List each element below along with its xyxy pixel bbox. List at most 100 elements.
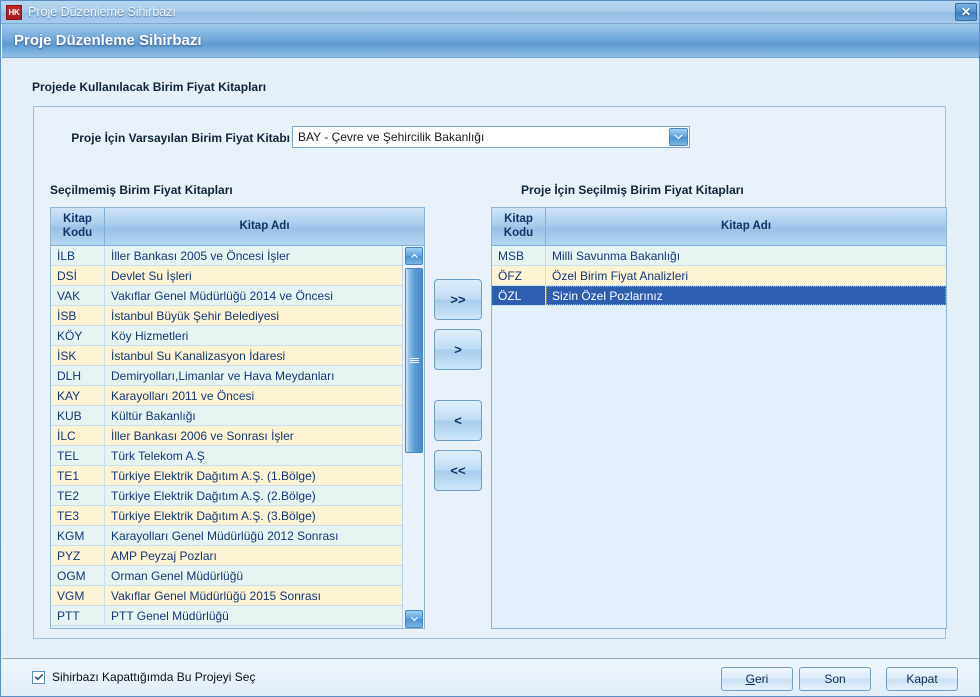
cell-book-name: Orman Genel Müdürlüğü: [105, 566, 402, 585]
table-row[interactable]: PTTPTT Genel Müdürlüğü: [51, 606, 402, 626]
left-table-viewport: İLBİller Bankası 2005 ve Öncesi İşlerDSİ…: [51, 246, 402, 629]
column-header-code-text: KitapKodu: [504, 213, 533, 239]
table-row[interactable]: VAKVakıflar Genel Müdürlüğü 2014 ve Önce…: [51, 286, 402, 306]
column-header-code[interactable]: KitapKodu: [492, 208, 546, 245]
cell-book-name: İstanbul Büyük Şehir Belediyesi: [105, 306, 402, 325]
cell-book-code: DLH: [51, 366, 105, 385]
cell-book-code: TE1: [51, 466, 105, 485]
cell-book-name: Türk Telekom A.Ş: [105, 446, 402, 465]
table-row[interactable]: TE1Türkiye Elektrik Dağıtım A.Ş. (1.Bölg…: [51, 466, 402, 486]
left-table-body: İLBİller Bankası 2005 ve Öncesi İşlerDSİ…: [51, 246, 402, 626]
cell-book-name: İller Bankası 2006 ve Sonrası İşler: [105, 426, 402, 445]
table-row[interactable]: DLHDemiryolları,Limanlar ve Hava Meydanl…: [51, 366, 402, 386]
scroll-up-icon[interactable]: [405, 247, 423, 265]
table-row[interactable]: PYZAMP Peyzaj Pozları: [51, 546, 402, 566]
column-header-name[interactable]: Kitap Adı: [546, 208, 946, 245]
dialog-footer: Sihirbazı Kapattığımda Bu Projeyi Seç Ge…: [2, 658, 980, 697]
selected-books-table[interactable]: KitapKodu Kitap Adı MSBMilli Savunma Bak…: [491, 207, 947, 629]
table-row[interactable]: VGMVakıflar Genel Müdürlüğü 2015 Sonrası: [51, 586, 402, 606]
table-row[interactable]: KGMKarayolları Genel Müdürlüğü 2012 Sonr…: [51, 526, 402, 546]
app-logo-icon: HK: [6, 5, 22, 20]
table-row[interactable]: İLCİller Bankası 2006 ve Sonrası İşler: [51, 426, 402, 446]
cell-book-name: Karayolları Genel Müdürlüğü 2012 Sonrası: [105, 526, 402, 545]
project-wizard-window: HK Proje Düzenleme Sihirbazı ✕ Proje Düz…: [0, 0, 980, 697]
right-list-caption: Proje İçin Seçilmiş Birim Fiyat Kitaplar…: [521, 183, 744, 197]
move-all-left-button[interactable]: <<: [434, 450, 482, 491]
cell-book-code: DSİ: [51, 266, 105, 285]
scrollbar-thumb[interactable]: [405, 268, 423, 453]
cell-book-name: AMP Peyzaj Pozları: [105, 546, 402, 565]
books-groupbox: Proje İçin Varsayılan Birim Fiyat Kitabı…: [33, 106, 946, 639]
table-row[interactable]: İLBİller Bankası 2005 ve Öncesi İşler: [51, 246, 402, 266]
cell-book-code: PYZ: [51, 546, 105, 565]
cell-book-code: İLB: [51, 246, 105, 265]
table-row[interactable]: İSKİstanbul Su Kanalizasyon İdaresi: [51, 346, 402, 366]
scroll-thumb-grip-icon: [410, 358, 419, 364]
default-book-label: Proje İçin Varsayılan Birim Fiyat Kitabı: [50, 131, 290, 145]
table-row[interactable]: ÖZLSizin Özel Pozlarınız: [492, 286, 946, 306]
scroll-down-icon[interactable]: [405, 610, 423, 628]
default-book-value: BAY - Çevre ve Şehircilik Bakanlığı: [293, 130, 669, 144]
checkbox-box[interactable]: [32, 671, 45, 684]
left-list-caption: Seçilmemiş Birim Fiyat Kitapları: [50, 183, 233, 197]
move-right-button[interactable]: >: [434, 329, 482, 370]
wizard-header-title: Proje Düzenleme Sihirbazı: [14, 32, 202, 49]
cell-book-code: VAK: [51, 286, 105, 305]
cell-book-name: İller Bankası 2005 ve Öncesi İşler: [105, 246, 402, 265]
table-row[interactable]: İSBİstanbul Büyük Şehir Belediyesi: [51, 306, 402, 326]
window-titlebar: HK Proje Düzenleme Sihirbazı ✕: [1, 1, 980, 24]
back-button[interactable]: Geri: [721, 667, 793, 691]
close-button[interactable]: Kapat: [886, 667, 958, 691]
cell-book-code: TE2: [51, 486, 105, 505]
right-table-body: MSBMilli Savunma BakanlığıÖFZÖzel Birim …: [492, 246, 946, 306]
table-row[interactable]: ÖFZÖzel Birim Fiyat Analizleri: [492, 266, 946, 286]
cell-book-name: Türkiye Elektrik Dağıtım A.Ş. (2.Bölge): [105, 486, 402, 505]
cell-book-code: TE3: [51, 506, 105, 525]
chevron-down-icon[interactable]: [669, 128, 688, 146]
table-header-row: KitapKodu Kitap Adı: [492, 208, 946, 246]
cell-book-name: Milli Savunma Bakanlığı: [546, 246, 946, 265]
cell-book-name: Devlet Su İşleri: [105, 266, 402, 285]
table-row[interactable]: TE3Türkiye Elektrik Dağıtım A.Ş. (3.Bölg…: [51, 506, 402, 526]
cell-book-code: KÖY: [51, 326, 105, 345]
column-header-code[interactable]: KitapKodu: [51, 208, 105, 245]
table-row[interactable]: KÖYKöy Hizmetleri: [51, 326, 402, 346]
page-title: Projede Kullanılacak Birim Fiyat Kitapla…: [32, 80, 266, 94]
select-project-checkbox[interactable]: Sihirbazı Kapattığımda Bu Projeyi Seç: [32, 670, 255, 684]
cell-book-code: ÖFZ: [492, 266, 546, 285]
window-title: Proje Düzenleme Sihirbazı: [28, 5, 176, 19]
default-book-combobox[interactable]: BAY - Çevre ve Şehircilik Bakanlığı: [292, 126, 690, 148]
close-icon[interactable]: ✕: [955, 3, 977, 21]
cell-book-name: Sizin Özel Pozlarınız: [546, 286, 946, 305]
cell-book-name: Karayolları 2011 ve Öncesi: [105, 386, 402, 405]
cell-book-code: KUB: [51, 406, 105, 425]
finish-button[interactable]: Son: [799, 667, 871, 691]
check-icon: [34, 673, 44, 682]
back-button-label: eri: [755, 672, 768, 686]
cell-book-code: İSB: [51, 306, 105, 325]
cell-book-code: VGM: [51, 586, 105, 605]
cell-book-name: Vakıflar Genel Müdürlüğü 2015 Sonrası: [105, 586, 402, 605]
left-table-scrollbar[interactable]: [402, 246, 424, 629]
move-all-right-button[interactable]: >>: [434, 279, 482, 320]
cell-book-name: Türkiye Elektrik Dağıtım A.Ş. (1.Bölge): [105, 466, 402, 485]
cell-book-code: TEL: [51, 446, 105, 465]
table-row[interactable]: KAYKarayolları 2011 ve Öncesi: [51, 386, 402, 406]
table-row[interactable]: KUBKültür Bakanlığı: [51, 406, 402, 426]
cell-book-code: OGM: [51, 566, 105, 585]
table-row[interactable]: TE2Türkiye Elektrik Dağıtım A.Ş. (2.Bölg…: [51, 486, 402, 506]
table-row[interactable]: OGMOrman Genel Müdürlüğü: [51, 566, 402, 586]
move-left-button[interactable]: <: [434, 400, 482, 441]
unselected-books-table[interactable]: KitapKodu Kitap Adı İLBİller Bankası 200…: [50, 207, 425, 629]
wizard-body: Projede Kullanılacak Birim Fiyat Kitapla…: [2, 58, 980, 658]
column-header-name[interactable]: Kitap Adı: [105, 208, 424, 245]
cell-book-name: Vakıflar Genel Müdürlüğü 2014 ve Öncesi: [105, 286, 402, 305]
cell-book-code: İLC: [51, 426, 105, 445]
cell-book-code: ÖZL: [492, 286, 546, 305]
table-row[interactable]: MSBMilli Savunma Bakanlığı: [492, 246, 946, 266]
checkbox-label: Sihirbazı Kapattığımda Bu Projeyi Seç: [52, 670, 255, 684]
cell-book-code: İSK: [51, 346, 105, 365]
cell-book-name: Özel Birim Fiyat Analizleri: [546, 266, 946, 285]
table-row[interactable]: DSİDevlet Su İşleri: [51, 266, 402, 286]
table-row[interactable]: TELTürk Telekom A.Ş: [51, 446, 402, 466]
